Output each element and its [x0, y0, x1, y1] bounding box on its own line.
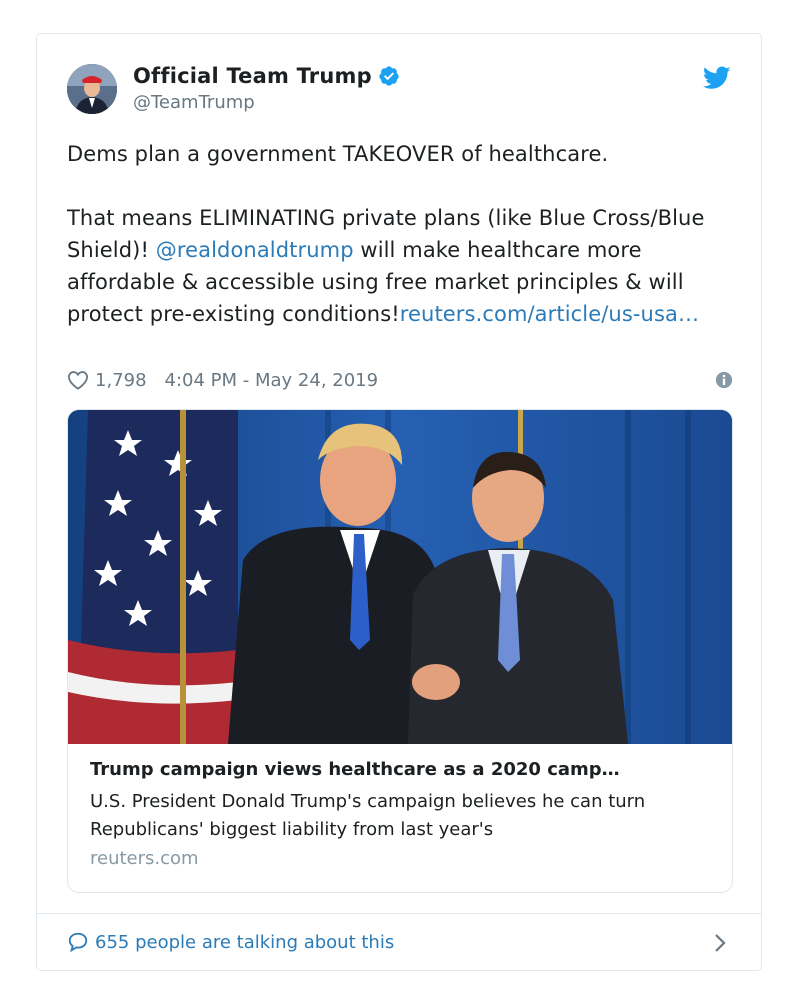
twitter-bird-icon[interactable]	[703, 66, 731, 90]
tweet-paragraph-1: Dems plan a government TAKEOVER of healt…	[67, 142, 609, 166]
chevron-right-icon[interactable]	[713, 932, 727, 954]
info-icon[interactable]	[715, 371, 733, 389]
timestamp[interactable]: 4:04 PM - May 24, 2019	[165, 370, 379, 391]
embedded-tweet-card: Official Team Trump @TeamTrump Dems plan…	[36, 33, 762, 971]
link-preview-description: U.S. President Donald Trump's campaign b…	[90, 791, 646, 840]
speech-bubble-icon	[68, 932, 88, 953]
like-count[interactable]: 1,798	[95, 370, 147, 391]
article-photo[interactable]	[68, 410, 732, 744]
link-preview-card[interactable]: Trump campaign views healthcare as a 202…	[67, 409, 733, 893]
talking-count-link[interactable]: 655 people are talking about this	[95, 932, 394, 953]
verified-badge-icon	[379, 66, 399, 86]
avatar[interactable]	[67, 64, 117, 114]
tweet-paragraph-2: That means ELIMINATING private plans (li…	[67, 202, 727, 330]
conversation-footer[interactable]: 655 people are talking about this	[37, 913, 761, 970]
mention-link[interactable]: @realdonaldtrump	[156, 238, 354, 262]
display-name[interactable]: Official Team Trump	[133, 64, 372, 88]
link-preview-body: Trump campaign views healthcare as a 202…	[90, 756, 712, 869]
link-preview-title[interactable]: Trump campaign views healthcare as a 202…	[90, 756, 712, 784]
link-preview-domain: reuters.com	[90, 848, 199, 869]
tweet-meta: 1,798 4:04 PM - May 24, 2019	[67, 367, 733, 393]
handle[interactable]: @TeamTrump	[133, 92, 255, 113]
name-row: Official Team Trump	[133, 64, 400, 88]
article-link[interactable]: reuters.com/article/us-usa…	[400, 302, 699, 326]
heart-icon[interactable]	[67, 370, 89, 390]
tweet-header: Official Team Trump @TeamTrump	[67, 62, 731, 118]
tweet-text: Dems plan a government TAKEOVER of healt…	[67, 138, 727, 330]
